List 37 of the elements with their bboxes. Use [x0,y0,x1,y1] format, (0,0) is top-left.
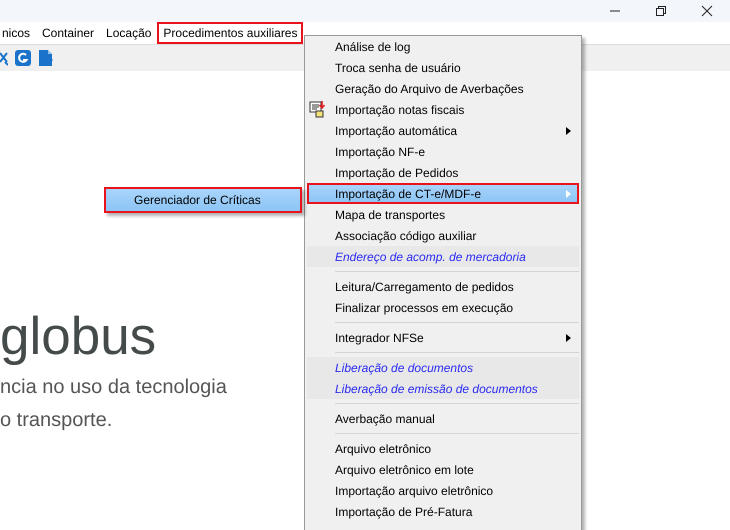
tagline-text: o transporte. [0,408,112,433]
menu-item[interactable]: Container [36,22,100,44]
tagline-text: ncia no uso da tecnologia [0,375,227,400]
menu-option[interactable]: Associação código auxiliar [307,225,579,246]
app-icon[interactable] [15,50,31,66]
submenu-arrow-icon [566,126,571,134]
menu-option[interactable]: Importação de Pré-Fatura [307,501,579,522]
restore-icon[interactable] [655,5,667,17]
menu-option[interactable]: Leitura/Carregamento de pedidos [307,276,579,297]
menu-option[interactable]: Importação de Pedidos [307,162,579,183]
menu-option[interactable]: Importação automática [307,120,579,141]
brand-name: globus [0,307,156,367]
menu-option[interactable]: Troca senha de usuário [307,57,579,78]
menu-option[interactable]: Importação NF-e [307,141,579,162]
menu-option[interactable]: Endereço de acomp. de mercadoria [307,246,579,267]
menu-option[interactable]: Geração do Arquivo de Averbações [307,78,579,99]
close-icon[interactable] [701,5,713,17]
menu-option[interactable]: Finalizar processos em execução [307,297,579,318]
submenu-arrow-icon [566,190,571,198]
menu-option[interactable]: Liberação de emissão de documentos [307,378,579,399]
menu-option[interactable]: Importação de CT-e/MDF-e [307,183,579,204]
menu-option[interactable]: Averbação manual [307,408,579,429]
menu-option[interactable]: Arquivo eletrônico [307,438,579,459]
menu-item[interactable]: Procedimentos auxiliares [157,22,304,44]
menu-option[interactable]: Arquivo eletrônico em lote [307,459,579,480]
menu-item[interactable]: nicos [0,22,36,44]
menu-option[interactable]: Importação arquivo eletrônico [307,480,579,501]
document-icon[interactable] [38,50,54,66]
submenu-arrow-icon [566,334,571,342]
menu-option[interactable]: Análise de log [307,36,579,57]
menu-option[interactable]: Mapa de transportes [307,204,579,225]
menu-option[interactable]: Integrador NFSe [307,327,579,348]
menu-option[interactable]: Liberação de documentos [307,357,579,378]
submenu-option[interactable]: Gerenciador de Críticas [104,187,302,213]
document-import-icon [309,101,327,118]
menu-option[interactable]: Importação notas fiscais [307,99,579,120]
menu-item[interactable]: Locação [100,22,158,44]
